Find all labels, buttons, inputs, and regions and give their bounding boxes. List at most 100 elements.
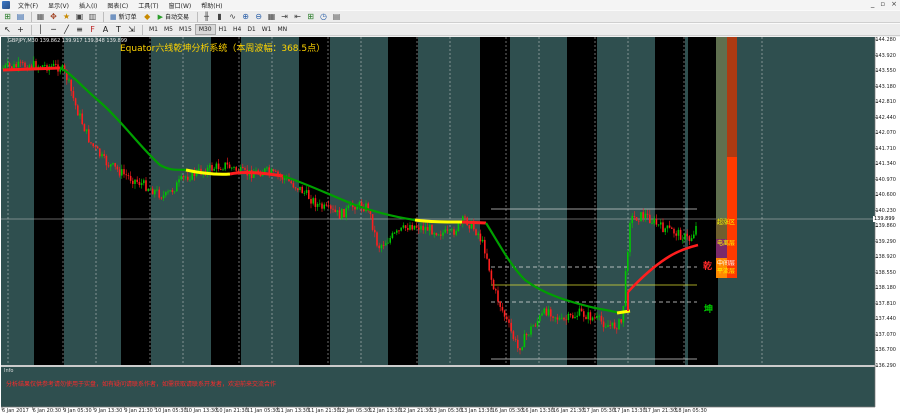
candle-body [437, 234, 440, 236]
candle-body [598, 315, 600, 317]
vertical-line-icon[interactable]: │ [35, 24, 46, 35]
menu-view[interactable]: 显示(V) [43, 1, 74, 10]
navigator-icon[interactable]: ★ [61, 11, 72, 22]
menu-file[interactable]: 文件(F) [13, 1, 43, 10]
candle-body [92, 143, 94, 147]
candle-body [283, 178, 286, 180]
candle-body [464, 216, 466, 218]
periods-icon[interactable]: ◷ [318, 11, 329, 22]
fibonacci-icon[interactable]: F [87, 24, 98, 35]
timeframe-h1[interactable]: H1 [216, 24, 230, 35]
menu-charts[interactable]: 图表(C) [102, 1, 133, 10]
candle-body [539, 315, 541, 322]
candle-body [569, 313, 572, 316]
indicators-icon[interactable]: ⊞ [305, 11, 316, 22]
candle-body [607, 325, 609, 327]
candle-body [627, 252, 629, 272]
candle-body [297, 188, 299, 191]
profiles-icon[interactable]: ▤ [15, 11, 26, 22]
chart-shift-icon[interactable]: ⇥ [279, 11, 290, 22]
market-watch-icon[interactable]: ▦ [35, 11, 46, 22]
label-icon[interactable]: T [113, 24, 124, 35]
night-band [121, 37, 151, 365]
zoom-in-icon[interactable]: ⊕ [240, 11, 251, 22]
metaeditor-icon[interactable]: ◆ [142, 11, 153, 22]
menu-help[interactable]: 帮助(H) [196, 1, 227, 10]
timeframe-m30[interactable]: M30 [194, 24, 216, 35]
candle-body [679, 229, 682, 240]
new-chart-icon[interactable]: ⊞ [2, 11, 13, 22]
symbol-info: GBPJPY,M30 139.862 139.917 139.848 139.8… [8, 38, 128, 44]
candle-body [118, 169, 121, 176]
auto-trading-button[interactable]: ▶ 自动交易 [155, 11, 192, 22]
candle-body [624, 271, 627, 306]
candle-body [521, 347, 523, 351]
restore-button[interactable]: ▫ [880, 0, 885, 8]
qian-label: 乾 [703, 262, 713, 272]
candle-body [677, 229, 680, 236]
line-chart-icon[interactable]: ∿ [227, 11, 238, 22]
new-order-button[interactable]: ▦ 新订单 [107, 11, 140, 22]
tile-windows-icon[interactable]: ▦ [266, 11, 277, 22]
candle-body [536, 321, 539, 326]
candle-body [235, 167, 237, 171]
templates-icon[interactable]: ▤ [331, 11, 342, 22]
menu-tools[interactable]: 工具(T) [133, 1, 163, 10]
timeframe-h4[interactable]: H4 [230, 24, 244, 35]
candle-body [356, 206, 358, 210]
candlestick-icon[interactable]: ▮ [214, 11, 225, 22]
candle-body [492, 279, 495, 290]
candle-body [479, 233, 482, 242]
price-axis-label: 143.920 [875, 52, 896, 59]
autoscroll-icon[interactable]: ⇤ [292, 11, 303, 22]
candle-body [398, 230, 400, 232]
candle-body [664, 228, 666, 233]
timeframe-m5[interactable]: M5 [161, 24, 176, 35]
candle-body [187, 176, 189, 180]
price-axis-label: 139.290 [875, 238, 896, 245]
candle-body [662, 222, 664, 233]
time-axis-label: 16 Jan 21:30 [552, 408, 585, 414]
trendline-icon[interactable]: ╱ [61, 24, 72, 35]
close-button[interactable]: × [891, 0, 897, 8]
terminal-icon[interactable]: ▣ [74, 11, 85, 22]
horizontal-line-icon[interactable]: ─ [48, 24, 59, 35]
timeframe-m1[interactable]: M1 [146, 24, 161, 35]
new-order-icon: ▦ [110, 12, 117, 21]
channel-icon[interactable]: ≡ [74, 24, 85, 35]
arrows-icon[interactable]: ⇲ [126, 24, 137, 35]
timeframe-d1[interactable]: D1 [244, 24, 258, 35]
text-icon[interactable]: A [100, 24, 111, 35]
zoom-out-icon[interactable]: ⊖ [253, 11, 264, 22]
candle-body [231, 167, 233, 169]
timeframe-mn[interactable]: MN [275, 24, 291, 35]
price-chart[interactable] [0, 37, 900, 419]
auto-trading-icon: ▶ [157, 12, 164, 21]
candle-body [169, 190, 171, 192]
candle-body [13, 64, 15, 69]
crosshair-icon[interactable]: + [15, 24, 26, 35]
candle-body [72, 91, 75, 99]
menu-window[interactable]: 窗口(W) [164, 1, 197, 10]
chart-window[interactable]: GBPJPY,M30 139.862 139.917 139.848 139.8… [0, 37, 900, 419]
minimize-button[interactable]: _ [871, 0, 875, 8]
tester-icon[interactable]: ▥ [87, 11, 98, 22]
bar-chart-icon[interactable]: ╫ [201, 11, 212, 22]
candle-body [189, 179, 191, 181]
data-window-icon[interactable]: ✥ [48, 11, 59, 22]
candle-body [550, 309, 552, 317]
candle-body [380, 245, 383, 249]
candle-body [490, 270, 493, 280]
candle-body [554, 317, 556, 319]
menu-insert[interactable]: 插入(I) [74, 1, 102, 10]
night-band [688, 37, 718, 365]
candle-body [266, 167, 268, 169]
candle-body [147, 188, 149, 191]
candle-body [576, 315, 578, 317]
candle-body [578, 308, 581, 316]
price-axis-label: 142.070 [875, 130, 896, 137]
timeframe-w1[interactable]: W1 [259, 24, 275, 35]
toolbar-divider [142, 24, 143, 35]
timeframe-m15[interactable]: M15 [176, 24, 195, 35]
cursor-icon[interactable]: ↖ [2, 24, 13, 35]
